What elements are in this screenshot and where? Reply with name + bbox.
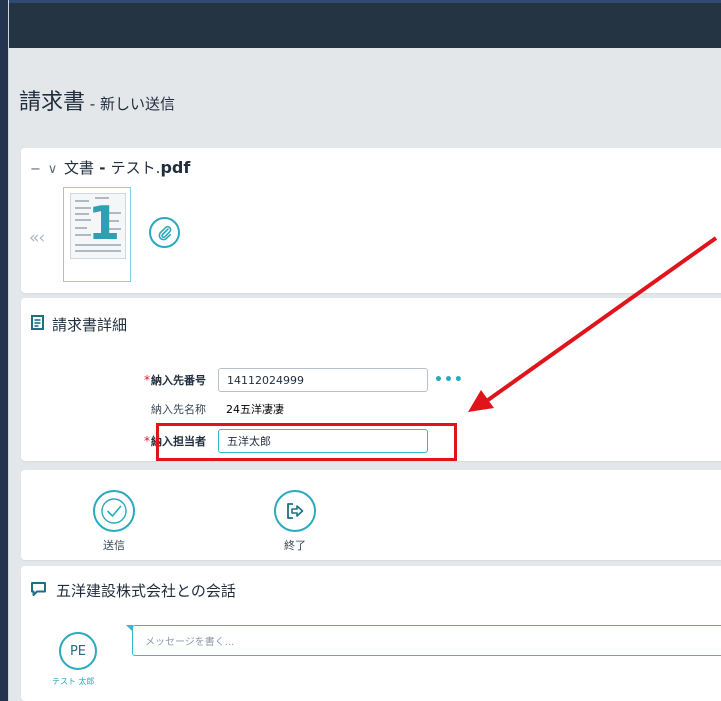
check-circle-icon: [93, 490, 135, 532]
chat-bubble-icon: [30, 581, 47, 601]
previous-page-icon[interactable]: «‹: [29, 228, 45, 248]
destination-name-label: 納入先名称: [151, 403, 206, 416]
page-number-overlay: 1: [88, 196, 121, 250]
left-edge: [0, 0, 9, 701]
page-title-subtitle: - 新しい送信: [85, 95, 175, 113]
avatar: PE: [59, 632, 97, 670]
destination-number-input[interactable]: 14112024999: [218, 368, 428, 392]
exit-button[interactable]: 終了: [265, 490, 325, 553]
top-navigation-bar: [9, 0, 721, 48]
collapse-icon[interactable]: −: [30, 162, 41, 177]
invoice-details-card: 請求書詳細 *納入先番号 14112024999 ••• 納入先名称 24五洋凄…: [21, 298, 721, 461]
document-thumbnail[interactable]: 1: [63, 187, 131, 282]
document-list-icon: [31, 315, 44, 334]
document-separator: -: [94, 159, 111, 177]
destination-number-row: *納入先番号 14112024999 •••: [133, 368, 464, 392]
page-title: 請求書 - 新しい送信: [19, 84, 175, 116]
page-title-main: 請求書: [19, 90, 86, 115]
more-options-button[interactable]: •••: [434, 372, 464, 388]
invoice-details-header: 請求書詳細: [31, 314, 127, 335]
action-card: 送信 終了: [21, 470, 721, 560]
avatar-name: テスト 太郎: [52, 677, 95, 686]
paperclip-icon[interactable]: [149, 217, 180, 248]
exit-icon: [274, 490, 316, 532]
document-file-base: テスト.: [110, 159, 161, 177]
document-header: − ∨ 文書 - テスト.pdf: [30, 157, 190, 178]
destination-number-label: *納入先番号: [144, 373, 206, 387]
exit-label: 終了: [284, 539, 306, 552]
conversation-header: 五洋建設株式会社との会話: [30, 580, 236, 601]
destination-name-row: 納入先名称 24五洋凄凄: [133, 401, 284, 417]
message-input[interactable]: メッセージを書く...: [126, 625, 721, 656]
destination-name-value: 24五洋凄凄: [226, 403, 284, 416]
annotation-highlight-box: [156, 423, 457, 461]
document-title-prefix: 文書: [63, 159, 94, 177]
document-file-ext: pdf: [160, 158, 191, 177]
conversation-card: 五洋建設株式会社との会話 PE テスト 太郎 メッセージを書く...: [21, 566, 721, 701]
conversation-title: 五洋建設株式会社との会話: [56, 582, 236, 600]
document-card: − ∨ 文書 - テスト.pdf «‹ 1: [21, 148, 721, 293]
chevron-down-icon[interactable]: ∨: [48, 162, 58, 177]
send-button[interactable]: 送信: [84, 490, 144, 553]
invoice-details-title: 請求書詳細: [52, 316, 128, 334]
send-label: 送信: [103, 539, 125, 552]
